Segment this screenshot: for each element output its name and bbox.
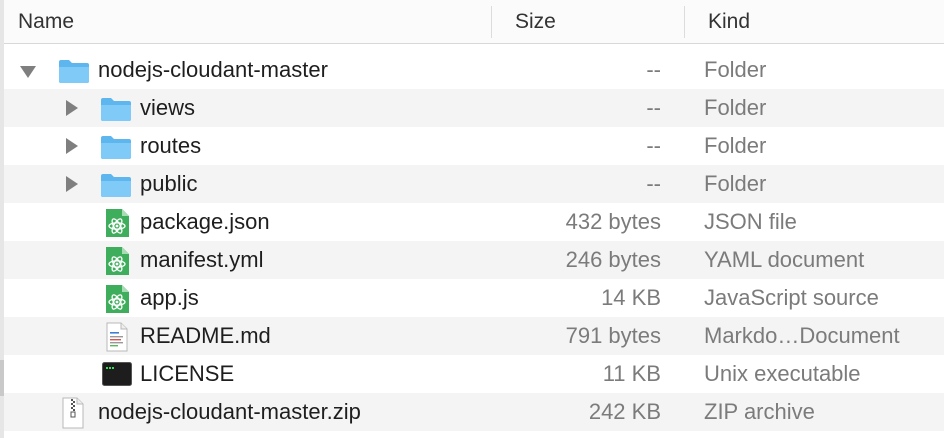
- folder-icon: [59, 60, 89, 83]
- file-kind: Folder: [704, 57, 767, 82]
- file-name: manifest.yml: [140, 247, 264, 272]
- list-item-folder[interactable]: views -- Folder: [4, 89, 944, 127]
- disclosure-triangle-expanded-icon[interactable]: [20, 66, 36, 78]
- file-size: 14 KB: [601, 285, 661, 310]
- file-kind: JavaScript source: [704, 285, 879, 310]
- disclosure-triangle-collapsed-icon[interactable]: [66, 100, 78, 116]
- atom-file-icon: [106, 209, 129, 237]
- file-name: public: [140, 171, 198, 196]
- column-header-name[interactable]: Name: [18, 0, 74, 43]
- list-item-folder[interactable]: nodejs-cloudant-master -- Folder: [4, 51, 944, 89]
- disclosure-triangle-collapsed-icon[interactable]: [66, 176, 78, 192]
- disclosure-triangle-collapsed-icon[interactable]: [66, 138, 78, 154]
- terminal-icon: [102, 362, 132, 386]
- file-list: nodejs-cloudant-master -- Folder views -…: [4, 51, 944, 431]
- file-kind: Markdo…Document: [704, 323, 900, 348]
- file-size: --: [646, 95, 661, 120]
- column-header-size[interactable]: Size: [515, 0, 556, 43]
- file-size: --: [646, 57, 661, 82]
- zip-file-icon: [62, 397, 84, 429]
- list-item-file[interactable]: README.md 791 bytes Markdo…Document: [4, 317, 944, 355]
- file-size: 791 bytes: [565, 323, 661, 348]
- folder-icon: [101, 136, 131, 159]
- file-kind: JSON file: [704, 209, 797, 234]
- file-name: app.js: [140, 285, 199, 310]
- file-kind: YAML document: [704, 247, 865, 272]
- file-size: 11 KB: [602, 361, 661, 386]
- file-size: --: [646, 171, 661, 196]
- file-kind: Folder: [704, 95, 767, 120]
- column-divider[interactable]: [491, 6, 492, 38]
- file-kind: ZIP archive: [704, 399, 815, 424]
- file-name: package.json: [140, 209, 270, 234]
- list-item-file[interactable]: manifest.yml 246 bytes YAML document: [4, 241, 944, 279]
- column-header-kind[interactable]: Kind: [708, 0, 750, 43]
- column-divider[interactable]: [684, 6, 685, 38]
- file-kind: Unix executable: [704, 361, 861, 386]
- list-item-folder[interactable]: public -- Folder: [4, 165, 944, 203]
- folder-icon: [101, 98, 131, 121]
- finder-list-view: Name Size Kind nodejs-cloudant-master --…: [0, 0, 944, 438]
- file-name: nodejs-cloudant-master: [98, 57, 328, 82]
- list-item-folder[interactable]: routes -- Folder: [4, 127, 944, 165]
- file-name: nodejs-cloudant-master.zip: [98, 399, 361, 424]
- file-name: views: [140, 95, 196, 120]
- list-item-file[interactable]: app.js 14 KB JavaScript source: [4, 279, 944, 317]
- file-name: routes: [140, 133, 202, 158]
- file-kind: Folder: [704, 171, 767, 196]
- file-size: --: [646, 133, 661, 158]
- file-size: 432 bytes: [565, 209, 661, 234]
- file-kind: Folder: [704, 133, 767, 158]
- file-name: README.md: [140, 323, 271, 348]
- markdown-file-icon: [106, 322, 128, 352]
- folder-icon: [101, 174, 131, 197]
- file-name: LICENSE: [140, 361, 235, 386]
- column-header-bar: Name Size Kind: [4, 0, 944, 44]
- atom-file-icon: [106, 247, 129, 275]
- list-item-file[interactable]: LICENSE 11 KB Unix executable: [4, 355, 944, 393]
- atom-file-icon: [106, 285, 129, 313]
- list-item-file[interactable]: nodejs-cloudant-master.zip 242 KB ZIP ar…: [4, 393, 944, 431]
- list-item-file[interactable]: package.json 432 bytes JSON file: [4, 203, 944, 241]
- file-size: 246 bytes: [565, 247, 661, 272]
- file-size: 242 KB: [588, 399, 661, 424]
